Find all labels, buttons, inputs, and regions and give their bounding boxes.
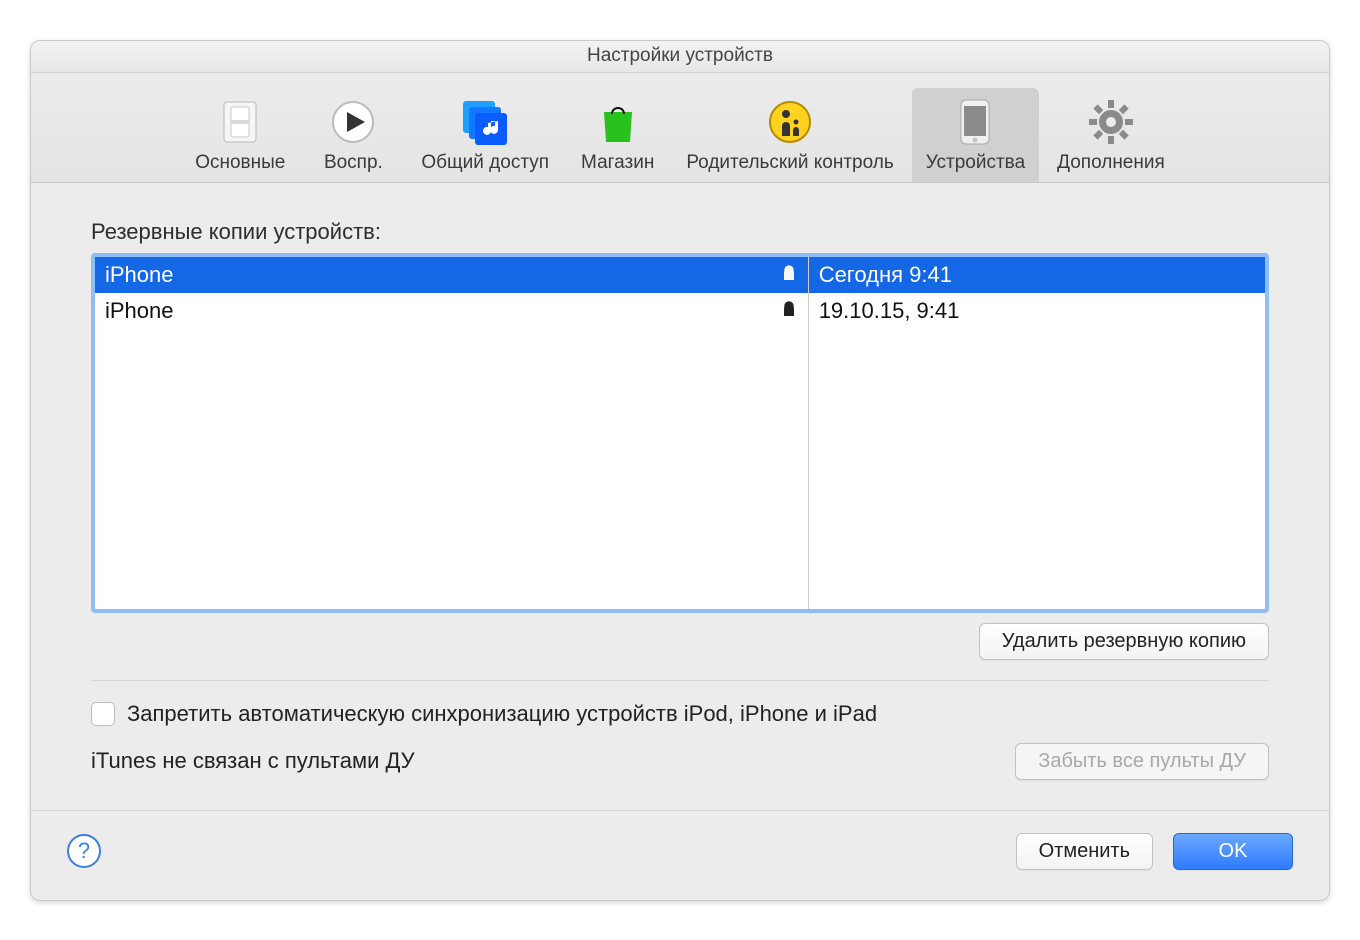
backups-date-column: Сегодня 9:41 19.10.15, 9:41 <box>809 257 1265 609</box>
backup-date[interactable]: 19.10.15, 9:41 <box>809 293 1265 329</box>
divider <box>91 680 1269 681</box>
prevent-sync-label: Запретить автоматическую синхронизацию у… <box>127 701 877 727</box>
backup-device-name: iPhone <box>105 298 174 324</box>
toolbar: Основные Воспр. Общий доступ <box>31 73 1329 183</box>
tab-advanced[interactable]: Дополнения <box>1043 88 1179 182</box>
remotes-status-text: iTunes не связан с пультами ДУ <box>91 748 415 774</box>
lock-icon <box>780 262 798 288</box>
remotes-row: iTunes не связан с пультами ДУ Забыть вс… <box>91 743 1269 780</box>
tab-label: Родительский контроль <box>686 152 893 174</box>
tab-label: Воспр. <box>324 152 383 174</box>
tab-devices[interactable]: Устройства <box>912 88 1039 182</box>
tab-label: Общий доступ <box>421 152 549 174</box>
delete-backup-button[interactable]: Удалить резервную копию <box>979 623 1269 660</box>
prevent-sync-checkbox[interactable] <box>91 702 115 726</box>
tab-label: Магазин <box>581 152 654 174</box>
switch-icon <box>216 98 264 146</box>
music-stack-icon <box>461 98 509 146</box>
window-title-text: Настройки устройств <box>587 45 773 67</box>
preferences-window: Настройки устройств Основные Воспр. <box>30 40 1330 901</box>
footer: ? Отменить OK <box>31 810 1329 900</box>
help-glyph: ? <box>78 838 90 864</box>
help-button[interactable]: ? <box>67 834 101 868</box>
backup-row[interactable]: iPhone <box>95 257 808 293</box>
gear-icon <box>1087 98 1135 146</box>
backups-device-column: iPhone iPhone <box>95 257 809 609</box>
play-icon <box>329 98 377 146</box>
lock-icon <box>780 298 798 324</box>
tab-playback[interactable]: Воспр. <box>303 88 403 182</box>
tab-general[interactable]: Основные <box>181 88 299 182</box>
bag-icon <box>594 98 642 146</box>
tab-label: Дополнения <box>1057 152 1165 174</box>
prevent-sync-row: Запретить автоматическую синхронизацию у… <box>91 701 1269 727</box>
backup-row[interactable]: iPhone <box>95 293 808 329</box>
ok-button[interactable]: OK <box>1173 833 1293 870</box>
phone-icon <box>951 98 999 146</box>
backup-date[interactable]: Сегодня 9:41 <box>809 257 1265 293</box>
cancel-button[interactable]: Отменить <box>1016 833 1153 870</box>
tab-store[interactable]: Магазин <box>567 88 668 182</box>
tab-sharing[interactable]: Общий доступ <box>407 88 563 182</box>
tab-label: Устройства <box>926 152 1025 174</box>
backups-label: Резервные копии устройств: <box>91 219 1269 245</box>
window-title: Настройки устройств <box>31 41 1329 73</box>
tab-parental[interactable]: Родительский контроль <box>672 88 907 182</box>
parental-icon <box>766 98 814 146</box>
forget-remotes-button: Забыть все пульты ДУ <box>1015 743 1269 780</box>
backup-device-name: iPhone <box>105 262 174 288</box>
content-pane: Резервные копии устройств: iPhone iPhone <box>31 183 1329 780</box>
tab-label: Основные <box>195 152 285 174</box>
backups-list[interactable]: iPhone iPhone Сегодня 9:41 19.10.15 <box>91 253 1269 613</box>
